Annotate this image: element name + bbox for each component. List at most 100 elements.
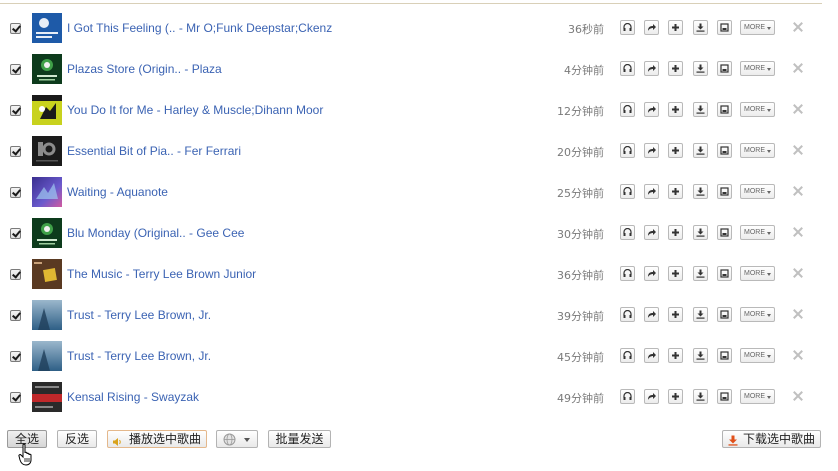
- more-dropdown[interactable]: MORE: [740, 389, 775, 404]
- song-title-link[interactable]: Trust - Terry Lee Brown, Jr.: [67, 349, 211, 363]
- share-arrow-icon[interactable]: [644, 102, 659, 117]
- share-arrow-icon[interactable]: [644, 348, 659, 363]
- batch-send-button[interactable]: 批量发送: [268, 430, 331, 448]
- plus-icon[interactable]: [668, 307, 683, 322]
- song-title-link[interactable]: Waiting - Aquanote: [67, 185, 168, 199]
- song-title-link[interactable]: The Music - Terry Lee Brown Junior: [67, 267, 256, 281]
- share-arrow-icon[interactable]: [644, 307, 659, 322]
- song-checkbox[interactable]: [10, 228, 21, 239]
- song-title-link[interactable]: Essential Bit of Pia.. - Fer Ferrari: [67, 144, 241, 158]
- song-checkbox[interactable]: [10, 23, 21, 34]
- plus-icon[interactable]: [668, 143, 683, 158]
- album-cover[interactable]: [32, 54, 62, 84]
- close-icon[interactable]: [792, 267, 804, 279]
- save-icon[interactable]: [717, 389, 732, 404]
- plus-icon[interactable]: [668, 61, 683, 76]
- close-icon[interactable]: [792, 144, 804, 156]
- close-icon[interactable]: [792, 103, 804, 115]
- save-icon[interactable]: [717, 184, 732, 199]
- plus-icon[interactable]: [668, 348, 683, 363]
- album-cover[interactable]: [32, 13, 62, 43]
- more-dropdown[interactable]: MORE: [740, 225, 775, 240]
- headphones-icon[interactable]: [620, 225, 635, 240]
- more-dropdown[interactable]: MORE: [740, 348, 775, 363]
- save-icon[interactable]: [717, 20, 732, 35]
- song-checkbox[interactable]: [10, 105, 21, 116]
- more-dropdown[interactable]: MORE: [740, 143, 775, 158]
- more-dropdown[interactable]: MORE: [740, 307, 775, 322]
- headphones-icon[interactable]: [620, 102, 635, 117]
- more-dropdown[interactable]: MORE: [740, 20, 775, 35]
- download-icon[interactable]: [693, 184, 708, 199]
- more-dropdown[interactable]: MORE: [740, 266, 775, 281]
- song-checkbox[interactable]: [10, 146, 21, 157]
- album-cover[interactable]: [32, 382, 62, 412]
- close-icon[interactable]: [792, 308, 804, 320]
- share-arrow-icon[interactable]: [644, 143, 659, 158]
- headphones-icon[interactable]: [620, 348, 635, 363]
- close-icon[interactable]: [792, 390, 804, 402]
- plus-icon[interactable]: [668, 102, 683, 117]
- download-icon[interactable]: [693, 61, 708, 76]
- download-icon[interactable]: [693, 20, 708, 35]
- more-dropdown[interactable]: MORE: [740, 184, 775, 199]
- song-checkbox[interactable]: [10, 269, 21, 280]
- album-cover[interactable]: [32, 259, 62, 289]
- album-cover[interactable]: [32, 95, 62, 125]
- headphones-icon[interactable]: [620, 184, 635, 199]
- album-cover[interactable]: [32, 177, 62, 207]
- song-checkbox[interactable]: [10, 187, 21, 198]
- plus-icon[interactable]: [668, 20, 683, 35]
- plus-icon[interactable]: [668, 266, 683, 281]
- headphones-icon[interactable]: [620, 20, 635, 35]
- save-icon[interactable]: [717, 266, 732, 281]
- plus-icon[interactable]: [668, 389, 683, 404]
- song-title-link[interactable]: Kensal Rising - Swayzak: [67, 390, 199, 404]
- share-arrow-icon[interactable]: [644, 20, 659, 35]
- save-icon[interactable]: [717, 61, 732, 76]
- song-checkbox[interactable]: [10, 392, 21, 403]
- headphones-icon[interactable]: [620, 389, 635, 404]
- headphones-icon[interactable]: [620, 266, 635, 281]
- song-title-link[interactable]: Blu Monday (Original.. - Gee Cee: [67, 226, 244, 240]
- close-icon[interactable]: [792, 21, 804, 33]
- save-icon[interactable]: [717, 307, 732, 322]
- close-icon[interactable]: [792, 62, 804, 74]
- more-dropdown[interactable]: MORE: [740, 102, 775, 117]
- share-arrow-icon[interactable]: [644, 266, 659, 281]
- song-title-link[interactable]: You Do It for Me - Harley & Muscle;Dihan…: [67, 103, 323, 117]
- invert-selection-button[interactable]: 反选: [57, 430, 97, 448]
- download-icon[interactable]: [693, 102, 708, 117]
- plus-icon[interactable]: [668, 184, 683, 199]
- album-cover[interactable]: [32, 136, 62, 166]
- song-checkbox[interactable]: [10, 310, 21, 321]
- save-icon[interactable]: [717, 225, 732, 240]
- more-dropdown[interactable]: MORE: [740, 61, 775, 76]
- download-icon[interactable]: [693, 143, 708, 158]
- album-cover[interactable]: [32, 218, 62, 248]
- headphones-icon[interactable]: [620, 61, 635, 76]
- share-arrow-icon[interactable]: [644, 184, 659, 199]
- share-arrow-icon[interactable]: [644, 389, 659, 404]
- song-title-link[interactable]: Plazas Store (Origin.. - Plaza: [67, 62, 222, 76]
- download-icon[interactable]: [693, 307, 708, 322]
- song-checkbox[interactable]: [10, 351, 21, 362]
- song-title-link[interactable]: I Got This Feeling (.. - Mr O;Funk Deeps…: [67, 21, 332, 35]
- download-icon[interactable]: [693, 389, 708, 404]
- headphones-icon[interactable]: [620, 307, 635, 322]
- download-selected-button[interactable]: 下载选中歌曲: [722, 430, 821, 448]
- save-icon[interactable]: [717, 102, 732, 117]
- play-selected-button[interactable]: 播放选中歌曲: [107, 430, 207, 448]
- album-cover[interactable]: [32, 300, 62, 330]
- song-checkbox[interactable]: [10, 64, 21, 75]
- save-icon[interactable]: [717, 143, 732, 158]
- plus-icon[interactable]: [668, 225, 683, 240]
- close-icon[interactable]: [792, 185, 804, 197]
- download-icon[interactable]: [693, 348, 708, 363]
- share-arrow-icon[interactable]: [644, 225, 659, 240]
- download-icon[interactable]: [693, 225, 708, 240]
- download-icon[interactable]: [693, 266, 708, 281]
- headphones-icon[interactable]: [620, 143, 635, 158]
- share-arrow-icon[interactable]: [644, 61, 659, 76]
- song-title-link[interactable]: Trust - Terry Lee Brown, Jr.: [67, 308, 211, 322]
